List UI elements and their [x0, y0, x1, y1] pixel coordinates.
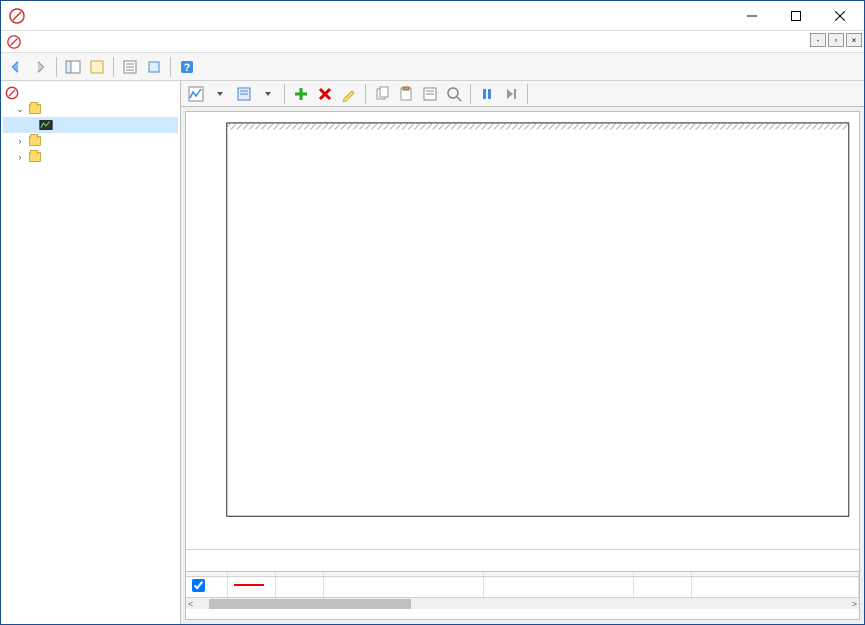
cell-show[interactable] — [186, 577, 228, 597]
tree-data-collector-sets[interactable]: › — [3, 133, 178, 149]
menu-file[interactable] — [27, 40, 43, 44]
stats-bar — [186, 549, 859, 571]
separator — [284, 84, 285, 104]
tree-reports[interactable]: › — [3, 149, 178, 165]
cell-object — [692, 577, 859, 597]
col-parent[interactable] — [634, 572, 692, 576]
properties-button[interactable] — [119, 56, 141, 78]
mdi-minimize-button[interactable]: - — [810, 33, 826, 47]
separator — [527, 84, 528, 104]
col-color[interactable] — [228, 572, 276, 576]
pause-button[interactable] — [476, 83, 498, 105]
table-row[interactable] — [186, 577, 859, 597]
minimize-button[interactable] — [730, 2, 774, 30]
tree-monitoring-tools[interactable]: ⌄ — [3, 101, 178, 117]
mdi-close-button[interactable]: × — [846, 33, 862, 47]
menu-window[interactable] — [75, 40, 91, 44]
window-controls — [730, 2, 862, 30]
col-instance[interactable] — [484, 572, 634, 576]
menu-bar: - ▫ × — [1, 31, 864, 53]
window-titlebar — [1, 1, 864, 31]
cell-color — [228, 577, 276, 597]
zoom-button[interactable] — [443, 83, 465, 105]
svg-text:?: ? — [184, 62, 191, 74]
content-pane: <> — [181, 81, 864, 624]
nav-tree[interactable]: ⌄ › › — [1, 81, 181, 624]
color-swatch — [234, 584, 264, 586]
add-counter-button[interactable] — [290, 83, 312, 105]
delete-counter-button[interactable] — [314, 83, 336, 105]
cell-counter — [324, 577, 484, 597]
separator — [170, 57, 171, 77]
separator — [113, 57, 114, 77]
col-show[interactable] — [186, 572, 228, 576]
help-button[interactable]: ? — [176, 56, 198, 78]
view-chart-button[interactable] — [185, 83, 207, 105]
paste-button[interactable] — [395, 83, 417, 105]
view-log-button[interactable] — [233, 83, 255, 105]
close-button[interactable] — [818, 2, 862, 30]
back-button[interactable] — [5, 56, 27, 78]
folder-icon — [28, 150, 42, 164]
chart-toolbar — [181, 81, 864, 107]
app-icon — [9, 8, 25, 24]
separator — [470, 84, 471, 104]
tree-root-performance[interactable] — [3, 85, 178, 101]
menu-action[interactable] — [43, 40, 59, 44]
perfmon-icon — [39, 118, 53, 132]
expand-icon[interactable]: › — [15, 136, 25, 146]
menu-view[interactable] — [59, 40, 75, 44]
view-dropdown-button[interactable] — [209, 83, 231, 105]
col-counter[interactable] — [324, 572, 484, 576]
col-object[interactable] — [692, 572, 859, 576]
properties2-button[interactable] — [419, 83, 441, 105]
workspace: ⌄ › › — [1, 81, 864, 624]
expand-icon[interactable]: › — [15, 152, 25, 162]
menu-help[interactable] — [91, 40, 107, 44]
mdi-restore-button[interactable]: ▫ — [828, 33, 844, 47]
show-hide-tree-button[interactable] — [62, 56, 84, 78]
folder-icon — [28, 134, 42, 148]
separator — [365, 84, 366, 104]
show-checkbox[interactable] — [192, 579, 205, 592]
col-scale[interactable] — [276, 572, 324, 576]
maximize-button[interactable] — [774, 2, 818, 30]
table-scrollbar[interactable]: <> — [186, 597, 859, 609]
mdi-controls: - ▫ × — [810, 33, 862, 47]
expand-icon[interactable]: ⌄ — [15, 104, 25, 115]
chart-area[interactable]: <> — [185, 111, 860, 620]
forward-button[interactable] — [29, 56, 51, 78]
new-window-button[interactable] — [86, 56, 108, 78]
view-dropdown2-button[interactable] — [257, 83, 279, 105]
folder-icon — [28, 102, 42, 116]
copy-button[interactable] — [371, 83, 393, 105]
cell-instance — [484, 577, 634, 597]
main-toolbar: ? — [1, 53, 864, 81]
separator — [56, 57, 57, 77]
cell-scale — [276, 577, 324, 597]
app-icon-small — [7, 35, 21, 49]
tree-perfmon[interactable] — [3, 117, 178, 133]
perf-root-icon — [5, 86, 19, 100]
counter-table[interactable]: <> — [186, 571, 859, 619]
cell-parent — [634, 577, 692, 597]
line-chart[interactable] — [186, 112, 859, 549]
step-button[interactable] — [500, 83, 522, 105]
export-button[interactable] — [143, 56, 165, 78]
highlight-button[interactable] — [338, 83, 360, 105]
